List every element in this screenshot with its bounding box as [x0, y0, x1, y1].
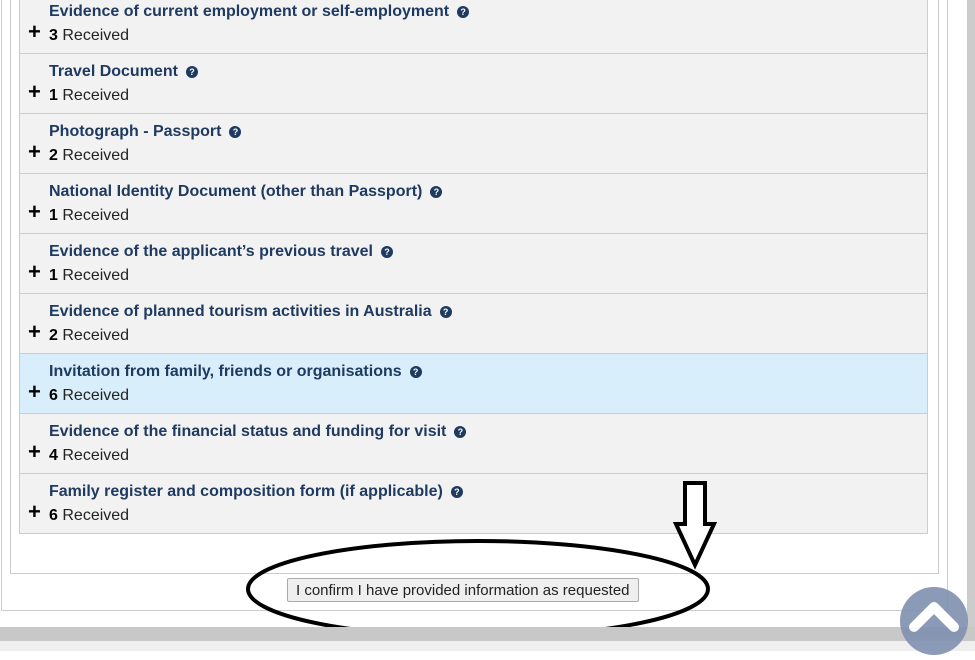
annotation-arrow [672, 481, 718, 570]
annotation-ellipse [246, 539, 710, 639]
page-bottom [0, 641, 975, 651]
annotation-overlay [246, 481, 718, 639]
chevron-up-icon [909, 602, 959, 632]
back-to-top-button[interactable] [900, 587, 968, 655]
footer-bar [0, 627, 975, 641]
